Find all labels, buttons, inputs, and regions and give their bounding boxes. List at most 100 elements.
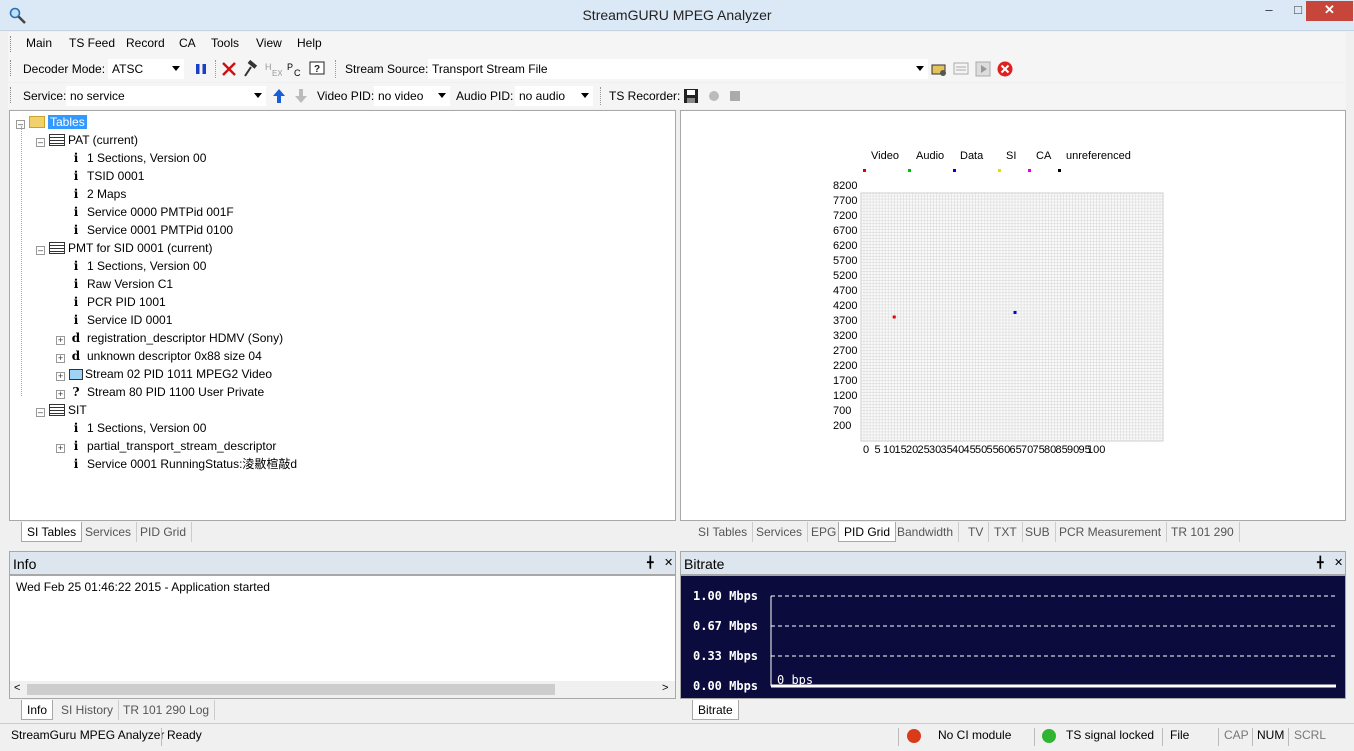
service-select[interactable]: no service <box>66 86 266 106</box>
record-dot-icon[interactable] <box>705 87 723 105</box>
menu-help[interactable]: Help <box>297 36 322 50</box>
open-source-icon[interactable] <box>930 60 948 78</box>
tree-item[interactable]: i Raw Version C1 <box>56 275 173 293</box>
close-window-button[interactable]: ✕ <box>1306 1 1353 21</box>
y-tick-label: 2200 <box>833 360 857 372</box>
minimize-button[interactable]: – <box>1254 1 1284 21</box>
pause-icon[interactable] <box>192 60 210 78</box>
menu-ca[interactable]: CA <box>179 36 196 50</box>
tab-txt[interactable]: TXT <box>989 522 1023 542</box>
save-disk-icon[interactable] <box>682 87 700 105</box>
tree-item[interactable]: i TSID 0001 <box>56 167 145 185</box>
tab-bandwidth[interactable]: Bandwidth <box>892 522 960 542</box>
expand-icon[interactable]: + <box>56 354 65 363</box>
play-icon[interactable] <box>974 60 992 78</box>
x-tick-label: 30 <box>929 444 941 456</box>
tab-services[interactable]: Services <box>751 522 809 542</box>
menu-grip[interactable] <box>10 36 13 52</box>
expand-icon[interactable]: + <box>56 390 65 399</box>
x-tick-label: 60 <box>998 444 1010 456</box>
tree-item[interactable]: i 1 Sections, Version 00 <box>56 149 207 167</box>
tree-item[interactable]: i Service 0001 PMTPid 0100 <box>56 221 233 239</box>
tab-tr-101-290[interactable]: TR 101 290 <box>1166 522 1240 542</box>
expand-icon[interactable]: + <box>56 336 65 345</box>
menu-view[interactable]: View <box>256 36 282 50</box>
expand-icon[interactable]: + <box>56 372 65 381</box>
hex-icon[interactable]: HEX <box>264 60 282 78</box>
subtitles-icon[interactable] <box>952 60 970 78</box>
x-tick-label: 20 <box>906 444 918 456</box>
si-tables-tree[interactable]: – Tables – PAT (current) i 1 Sections, Versio… <box>9 110 676 521</box>
menu-ts-feed[interactable]: TS Feed <box>69 36 115 50</box>
tab-epg[interactable]: EPG <box>806 522 843 542</box>
toolbar-grip[interactable] <box>10 60 13 76</box>
info-log[interactable]: Wed Feb 25 01:46:22 2015 - Application s… <box>9 575 676 699</box>
x-tick-label: 45 <box>964 444 976 456</box>
tree-item[interactable]: + i partial_transport_stream_descriptor <box>56 437 276 455</box>
tree-table-node[interactable]: – PMT for SID 0001 (current) <box>36 239 213 257</box>
tab-tv[interactable]: TV <box>963 522 990 542</box>
tree-item[interactable]: i Service 0000 PMTPid 001F <box>56 203 234 221</box>
tab-si-history[interactable]: SI History <box>56 700 120 720</box>
tree-item[interactable]: + d unknown descriptor 0x88 size 04 <box>56 347 262 365</box>
audio-pid-select[interactable]: no audio <box>515 86 593 106</box>
tab-pcr-measurement[interactable]: PCR Measurement <box>1054 522 1168 542</box>
collapse-icon[interactable]: – <box>36 408 45 417</box>
stream-source-select[interactable]: Transport Stream File <box>428 59 928 79</box>
tab-pid-grid[interactable]: PID Grid <box>838 522 897 542</box>
menu-main[interactable]: Main <box>26 36 52 50</box>
arrow-down-icon[interactable] <box>292 87 310 105</box>
horizontal-scrollbar[interactable]: < > <box>10 681 675 698</box>
table-icon <box>49 404 65 416</box>
cancel-stream-icon[interactable] <box>996 60 1014 78</box>
tree-item[interactable]: + Stream 02 PID 1011 MPEG2 Video <box>56 365 272 383</box>
tree-item[interactable]: +? Stream 80 PID 1100 User Private <box>56 383 264 401</box>
tree-item[interactable]: i Service 0001 RunningStatus:淩敭楦敲d <box>56 455 297 473</box>
pin-icon[interactable]: ╋ <box>1317 556 1324 569</box>
menu-tools[interactable]: Tools <box>211 36 239 50</box>
arrow-up-icon[interactable] <box>270 87 288 105</box>
status-bar: StreamGuru MPEG Analyzer Ready No CI mod… <box>0 723 1354 751</box>
tab-si-tables[interactable]: SI Tables <box>21 522 83 542</box>
tab-sub[interactable]: SUB <box>1020 522 1056 542</box>
tab-tr101290-log[interactable]: TR 101 290 Log <box>118 700 216 720</box>
stop-square-icon[interactable] <box>726 87 744 105</box>
pcr-icon[interactable]: PC <box>286 60 304 78</box>
right-tab-strip: SI Tables Services EPG PID Grid Bandwidth TV T… <box>680 522 1346 543</box>
scroll-left-icon[interactable]: < <box>14 682 20 694</box>
tree-item[interactable]: i PCR PID 1001 <box>56 293 166 311</box>
tab-services[interactable]: Services <box>80 522 138 542</box>
tree-item[interactable]: i Service ID 0001 <box>56 311 173 329</box>
tab-info[interactable]: Info <box>21 700 54 720</box>
tree-table-node[interactable]: – PAT (current) <box>36 131 138 149</box>
x-tick-label: 25 <box>918 444 930 456</box>
collapse-icon[interactable]: – <box>36 246 45 255</box>
tree-item[interactable]: i 2 Maps <box>56 185 127 203</box>
scroll-right-icon[interactable]: > <box>662 682 668 694</box>
stop-x-icon[interactable] <box>220 60 238 78</box>
hammer-icon[interactable] <box>242 60 260 78</box>
pin-icon[interactable]: ╋ <box>647 556 654 569</box>
help-query-icon[interactable]: ? <box>308 60 326 78</box>
tree-root-tables[interactable]: – Tables <box>16 113 87 131</box>
close-icon[interactable]: ✕ <box>1334 556 1343 569</box>
y-tick-label: 7700 <box>833 195 857 207</box>
tree-item-label: Stream 80 PID 1100 User Private <box>87 385 265 399</box>
tree-table-node[interactable]: – SIT <box>36 401 87 419</box>
scrollbar-thumb[interactable] <box>27 684 555 695</box>
toolbar-grip[interactable] <box>10 87 13 103</box>
tree-item[interactable]: i 1 Sections, Version 00 <box>56 419 207 437</box>
close-icon[interactable]: ✕ <box>664 556 673 569</box>
tree-item[interactable]: + d registration_descriptor HDMV (Sony) <box>56 329 283 347</box>
tab-pid-grid[interactable]: PID Grid <box>135 522 193 542</box>
collapse-icon[interactable]: – <box>36 138 45 147</box>
decoder-mode-select[interactable]: ATSC <box>108 59 184 79</box>
expand-icon[interactable]: + <box>56 444 65 453</box>
tab-si-tables[interactable]: SI Tables <box>693 522 754 542</box>
window-title: StreamGURU MPEG Analyzer <box>582 7 772 23</box>
pid-grid-chart: Video Audio Data SI CA unreferenced 8200 7700 72… <box>833 150 1164 456</box>
tab-bitrate[interactable]: Bitrate <box>692 700 739 720</box>
video-pid-select[interactable]: no video <box>374 86 450 106</box>
tree-item[interactable]: i 1 Sections, Version 00 <box>56 257 207 275</box>
menu-record[interactable]: Record <box>126 36 165 50</box>
